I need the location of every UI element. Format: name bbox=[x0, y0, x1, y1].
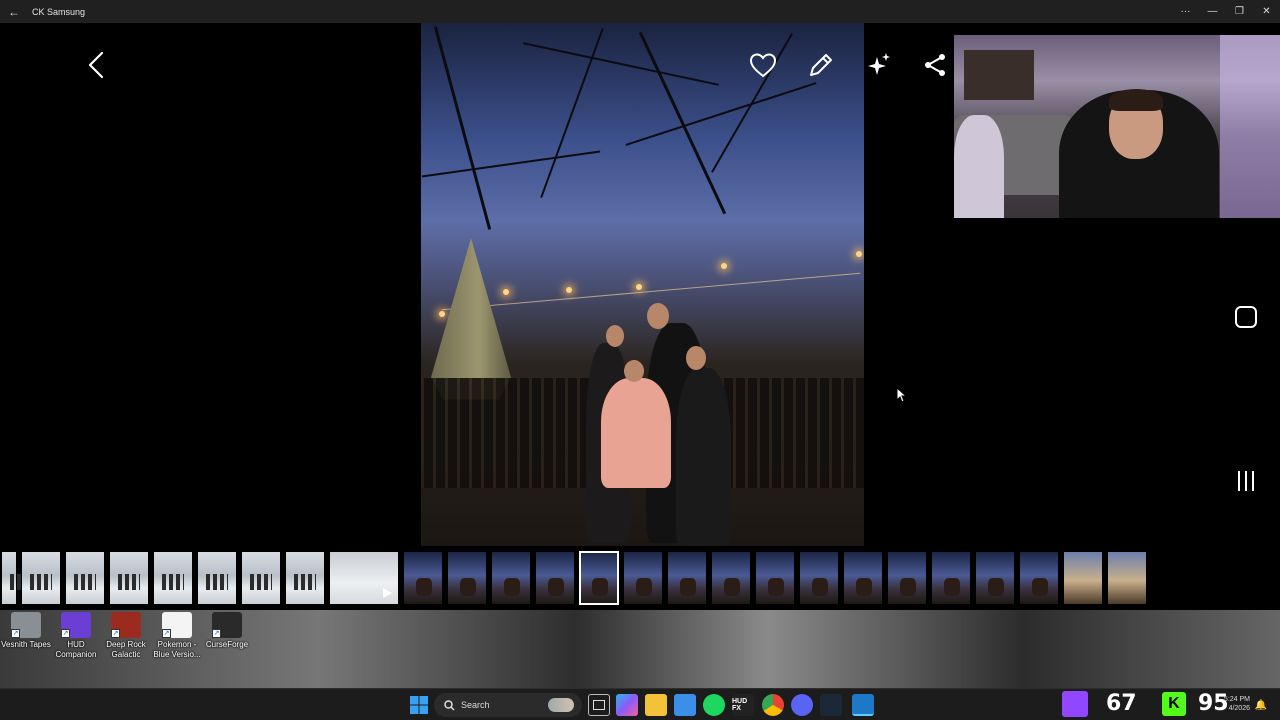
kick-icon[interactable]: K bbox=[1162, 692, 1186, 716]
discord-button[interactable] bbox=[791, 694, 813, 716]
thumbnail-sunset[interactable] bbox=[1064, 552, 1102, 604]
taskbar: Search HUD FX 67 K 95 5:24 PM 4/2026 🔔 bbox=[0, 688, 1280, 720]
recents-icon[interactable] bbox=[1236, 469, 1256, 493]
favorite-button[interactable] bbox=[748, 50, 778, 80]
spotify-button[interactable] bbox=[703, 694, 725, 716]
thumbnail-night[interactable] bbox=[844, 552, 882, 604]
window-titlebar: ← CK Samsung ··· — ❐ ✕ bbox=[0, 0, 1280, 23]
desktop-shortcut[interactable]: ↗ CurseForge bbox=[202, 612, 252, 650]
desktop-shortcut[interactable]: ↗ Pokemon - Blue Versio... bbox=[152, 612, 202, 660]
thumbnail-video[interactable] bbox=[330, 552, 398, 604]
samsung-app-button[interactable] bbox=[852, 694, 874, 716]
window-controls: ··· — ❐ ✕ bbox=[1172, 0, 1280, 23]
thumbnail-night[interactable] bbox=[668, 552, 706, 604]
shortcut-arrow-icon: ↗ bbox=[111, 629, 120, 638]
desktop-background: ↗ Vesnith Tapes ↗ HUD Companion ↗ Deep Rock G… bbox=[0, 610, 1280, 688]
thumbnail-night[interactable] bbox=[579, 551, 619, 605]
twitch-icon[interactable] bbox=[1062, 691, 1088, 717]
task-view-button[interactable] bbox=[588, 694, 610, 716]
shortcut-label: Pokemon - Blue Versio... bbox=[153, 640, 201, 659]
thumbnail-night[interactable] bbox=[624, 552, 662, 604]
thumbnail-snow[interactable] bbox=[66, 552, 104, 604]
shortcut-icon: ↗ bbox=[212, 612, 242, 638]
pencil-icon bbox=[810, 54, 832, 76]
hud-fx-button[interactable]: HUD FX bbox=[732, 694, 754, 716]
thumbnail-snow[interactable] bbox=[22, 552, 60, 604]
task-view-icon bbox=[593, 700, 605, 710]
search-highlight-icon bbox=[548, 698, 574, 712]
shortcut-arrow-icon: ↗ bbox=[212, 629, 221, 638]
window-minimize-button[interactable]: — bbox=[1199, 0, 1226, 23]
thumbnail-night[interactable] bbox=[800, 552, 838, 604]
photo-viewer bbox=[0, 23, 1280, 546]
window-close-button[interactable]: ✕ bbox=[1253, 0, 1280, 23]
file-explorer-button[interactable] bbox=[645, 694, 667, 716]
thumbnail-night[interactable] bbox=[536, 552, 574, 604]
window-back-button[interactable]: ← bbox=[0, 0, 28, 23]
thumbnail-strip bbox=[0, 546, 1280, 610]
thumbnail-night[interactable] bbox=[712, 552, 750, 604]
thumbnail-night[interactable] bbox=[448, 552, 486, 604]
shortcut-arrow-icon: ↗ bbox=[162, 629, 171, 638]
main-photo bbox=[421, 23, 864, 546]
notification-bell-icon[interactable]: 🔔 bbox=[1254, 694, 1268, 716]
shortcut-icon: ↗ bbox=[61, 612, 91, 638]
back-chevron-icon[interactable] bbox=[84, 50, 110, 80]
chrome-button[interactable] bbox=[762, 694, 784, 716]
sparkle-icon bbox=[868, 53, 890, 75]
play-icon bbox=[383, 588, 392, 598]
notepad-button[interactable] bbox=[674, 694, 696, 716]
shortcut-icon: ↗ bbox=[111, 612, 141, 638]
home-square-icon[interactable] bbox=[1234, 305, 1258, 329]
taskbar-clock[interactable]: 5:24 PM 4/2026 bbox=[1204, 695, 1250, 713]
share-button[interactable] bbox=[920, 50, 950, 80]
mouse-cursor-icon bbox=[896, 387, 908, 403]
thumbnail-snow[interactable] bbox=[198, 552, 236, 604]
thumbnail-night[interactable] bbox=[976, 552, 1014, 604]
window-more-button[interactable]: ··· bbox=[1172, 0, 1199, 23]
shortcut-arrow-icon: ↗ bbox=[61, 629, 70, 638]
desktop-shortcut[interactable]: ↗ Deep Rock Galactic bbox=[101, 612, 151, 660]
shortcut-icon: ↗ bbox=[11, 612, 41, 638]
webcam-overlay bbox=[954, 35, 1280, 218]
shortcut-icon: ↗ bbox=[162, 612, 192, 638]
thumbnail-snow[interactable] bbox=[242, 552, 280, 604]
share-icon bbox=[925, 54, 945, 76]
desktop-shortcut[interactable]: ↗ Vesnith Tapes bbox=[1, 612, 51, 650]
thumbnail-snow[interactable] bbox=[2, 552, 32, 604]
shortcut-arrow-icon: ↗ bbox=[11, 629, 20, 638]
search-icon bbox=[444, 699, 455, 711]
thumbnail-snow[interactable] bbox=[154, 552, 192, 604]
thumbnail-night[interactable] bbox=[404, 552, 442, 604]
clock-date: 4/2026 bbox=[1228, 705, 1250, 712]
thumbnail-night[interactable] bbox=[888, 552, 926, 604]
desktop-shortcut[interactable]: ↗ HUD Companion bbox=[51, 612, 101, 660]
thumbnail-night[interactable] bbox=[1020, 552, 1058, 604]
shortcut-label: CurseForge bbox=[205, 640, 249, 649]
clock-time: 5:24 PM bbox=[1223, 696, 1250, 703]
tray-counter-left: 67 bbox=[1106, 691, 1137, 716]
shortcut-label: HUD Companion bbox=[55, 640, 97, 659]
shortcut-label: Vesnith Tapes bbox=[1, 640, 51, 649]
heart-icon bbox=[749, 53, 777, 78]
taskbar-search[interactable]: Search bbox=[434, 693, 582, 717]
thumbnail-night[interactable] bbox=[756, 552, 794, 604]
ai-enhance-button[interactable] bbox=[864, 50, 894, 80]
shortcut-label: Deep Rock Galactic bbox=[106, 640, 146, 659]
edit-button[interactable] bbox=[806, 50, 836, 80]
thumbnail-night[interactable] bbox=[492, 552, 530, 604]
thumbnail-snow[interactable] bbox=[286, 552, 324, 604]
copilot-button[interactable] bbox=[616, 694, 638, 716]
windows-logo-icon bbox=[410, 696, 428, 714]
thumbnail-snow[interactable] bbox=[110, 552, 148, 604]
thumbnail-sunset[interactable] bbox=[1108, 552, 1146, 604]
window-restore-button[interactable]: ❐ bbox=[1226, 0, 1253, 23]
search-placeholder: Search bbox=[461, 700, 490, 710]
window-title: CK Samsung bbox=[32, 6, 86, 17]
start-button[interactable] bbox=[408, 694, 430, 716]
steam-button[interactable] bbox=[820, 694, 842, 716]
thumbnail-night[interactable] bbox=[932, 552, 970, 604]
